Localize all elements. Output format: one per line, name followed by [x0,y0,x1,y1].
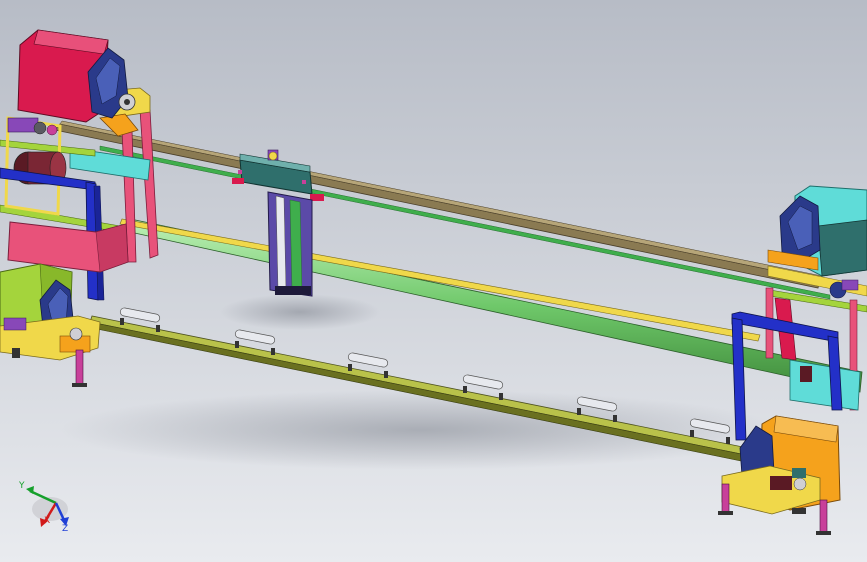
carriage-shadow [220,294,380,330]
right-front-leg [721,483,730,515]
left-front-leg [75,349,84,387]
y-axis-label: Y [18,481,25,491]
ground-shadow [60,390,780,470]
left-pulley-hub [124,99,130,105]
z-axis-label: Z [62,524,68,534]
cad-scene[interactable]: Y X Z [0,0,867,562]
x-axis-label: X [44,516,50,526]
carriage-knob [268,151,278,161]
left-small-motor [7,117,39,133]
cad-3d-viewport[interactable]: Y X Z [0,0,867,562]
